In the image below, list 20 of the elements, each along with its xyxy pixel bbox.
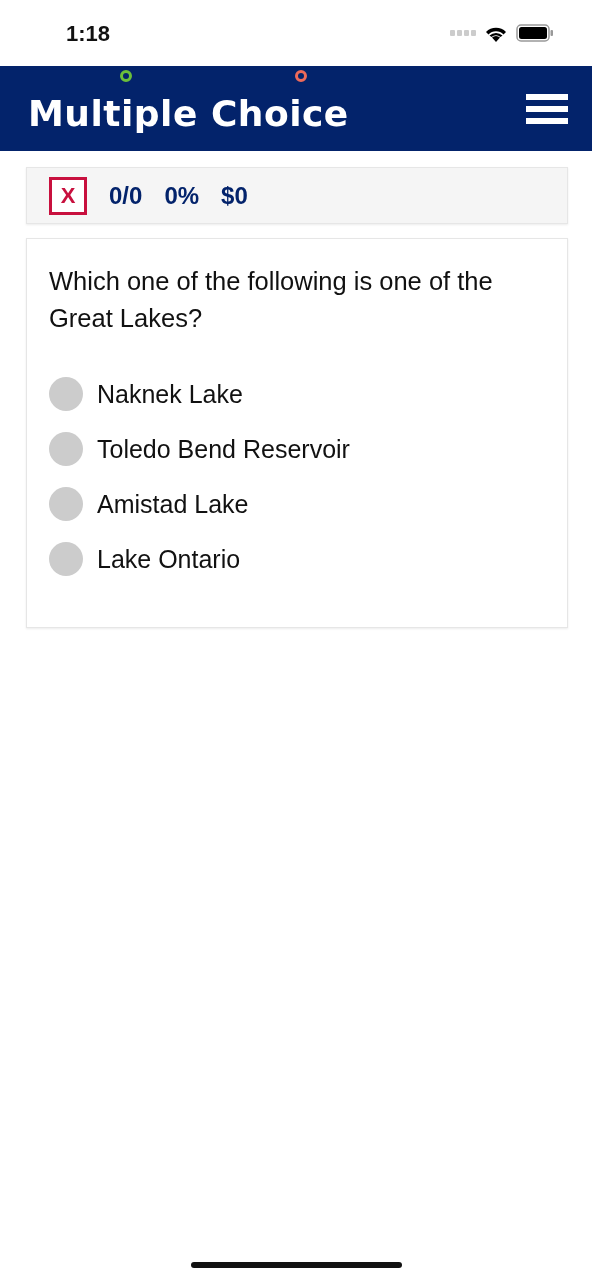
app-logo: Multiple Choice xyxy=(28,94,349,133)
answer-option[interactable]: Toledo Bend Reservoir xyxy=(49,421,545,477)
answer-option[interactable]: Amistad Lake xyxy=(49,476,545,532)
close-button[interactable]: X xyxy=(49,176,87,215)
money-total: $0 xyxy=(221,180,248,211)
ring-icon xyxy=(120,70,132,82)
menu-icon[interactable] xyxy=(526,92,568,125)
battery-icon xyxy=(516,24,554,42)
answer-option[interactable]: Lake Ontario xyxy=(49,531,545,587)
radio-button[interactable] xyxy=(49,377,83,412)
ring-icon xyxy=(295,70,307,82)
radio-button[interactable] xyxy=(49,487,83,522)
answer-option[interactable]: Naknek Lake xyxy=(49,366,545,422)
question-text: Which one of the following is one of the Great Lakes? xyxy=(49,266,494,334)
signal-icon xyxy=(450,30,476,36)
radio-button[interactable] xyxy=(49,432,83,467)
score-percent: 0% xyxy=(164,180,200,211)
radio-button[interactable] xyxy=(49,542,83,577)
status-time: 1:18 xyxy=(66,19,111,48)
score-count: 0/0 xyxy=(109,180,143,211)
